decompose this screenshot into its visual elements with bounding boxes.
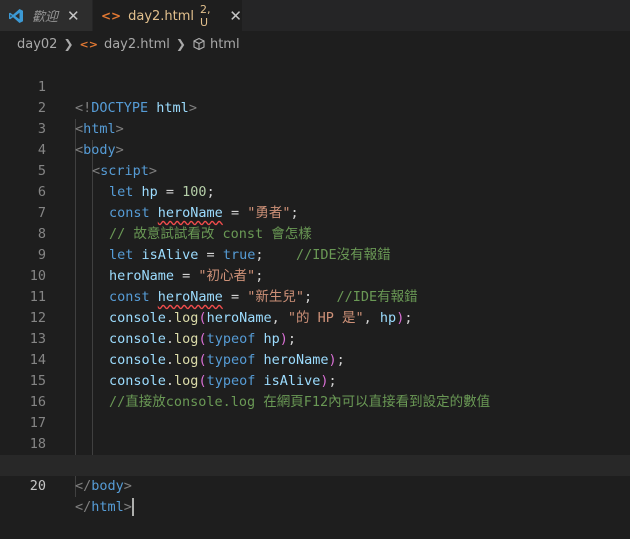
close-icon[interactable]: ✕: [229, 7, 242, 25]
code-line: 17: [0, 392, 630, 431]
line-number: 20: [29, 478, 46, 494]
breadcrumb-element[interactable]: html: [210, 37, 240, 52]
code-token: >: [123, 478, 132, 494]
code-editor[interactable]: 1 <!DOCTYPE html> 2 <html> 3 <body> 4 <s…: [0, 56, 630, 532]
code-token: </: [75, 499, 92, 515]
html-file-icon: <>: [79, 37, 98, 51]
code-line: 2 <html>: [0, 77, 630, 137]
code-token: >: [123, 499, 132, 515]
breadcrumb: day02 ❯ <> day2.html ❯ html: [0, 31, 630, 57]
tab-day2-html[interactable]: <> day2.html 2, U ✕: [93, 0, 242, 31]
symbol-element-icon: [193, 37, 205, 51]
code-line-current: 20 </html>: [0, 455, 630, 516]
code-line: 4 <script>: [0, 119, 630, 179]
close-icon[interactable]: ✕: [67, 7, 80, 25]
breadcrumb-file[interactable]: day2.html: [104, 37, 170, 52]
code-line: 19 </body>: [0, 434, 630, 494]
chevron-right-icon: ❯: [63, 37, 74, 51]
code-line: 5 let hp = 100;: [0, 140, 630, 200]
code-line: 3 <body>: [0, 98, 630, 158]
tab-bar: 歡迎 ✕ <> day2.html 2, U ✕: [0, 0, 630, 31]
chevron-right-icon: ❯: [175, 37, 186, 51]
code-token: body: [91, 478, 124, 494]
code-token: html: [91, 499, 124, 515]
breadcrumb-folder[interactable]: day02: [17, 37, 57, 52]
code-line: 13 console.log(typeof heroName);: [0, 308, 630, 368]
code-line: 16: [0, 371, 630, 410]
tab-welcome-label: 歡迎: [32, 10, 59, 25]
code-line: 11 console.log(heroName, "的 HP 是", hp);: [0, 266, 630, 326]
html-file-icon: <>: [101, 9, 122, 23]
code-line: 15 //直接放console.log 在網頁F12內可以直接看到設定的數值: [0, 350, 630, 410]
code-line: 8 let isAlive = true; //IDE沒有報錯: [0, 203, 630, 263]
code-line: 18 </script>: [0, 413, 630, 473]
code-token: </: [75, 478, 92, 494]
vscode-logo-icon: [9, 8, 23, 23]
text-cursor: [131, 498, 134, 516]
code-line: 1 <!DOCTYPE html>: [0, 56, 630, 116]
code-line: 10 const heroName = "新生兒"; //IDE有報錯: [0, 245, 630, 305]
code-line: 7 // 故意試試看改 const 會怎樣: [0, 182, 630, 242]
tab-welcome[interactable]: 歡迎 ✕: [0, 0, 92, 31]
code-line: 14 console.log(typeof isAlive);: [0, 329, 630, 389]
code-line: 6 const heroName = "勇者";: [0, 161, 630, 221]
code-line: 12 console.log(typeof hp);: [0, 287, 630, 347]
tab-day2-html-label: day2.html: [128, 8, 195, 24]
code-line: 9 heroName = "初心者";: [0, 224, 630, 284]
tab-status-badge: 2, U: [200, 3, 211, 29]
